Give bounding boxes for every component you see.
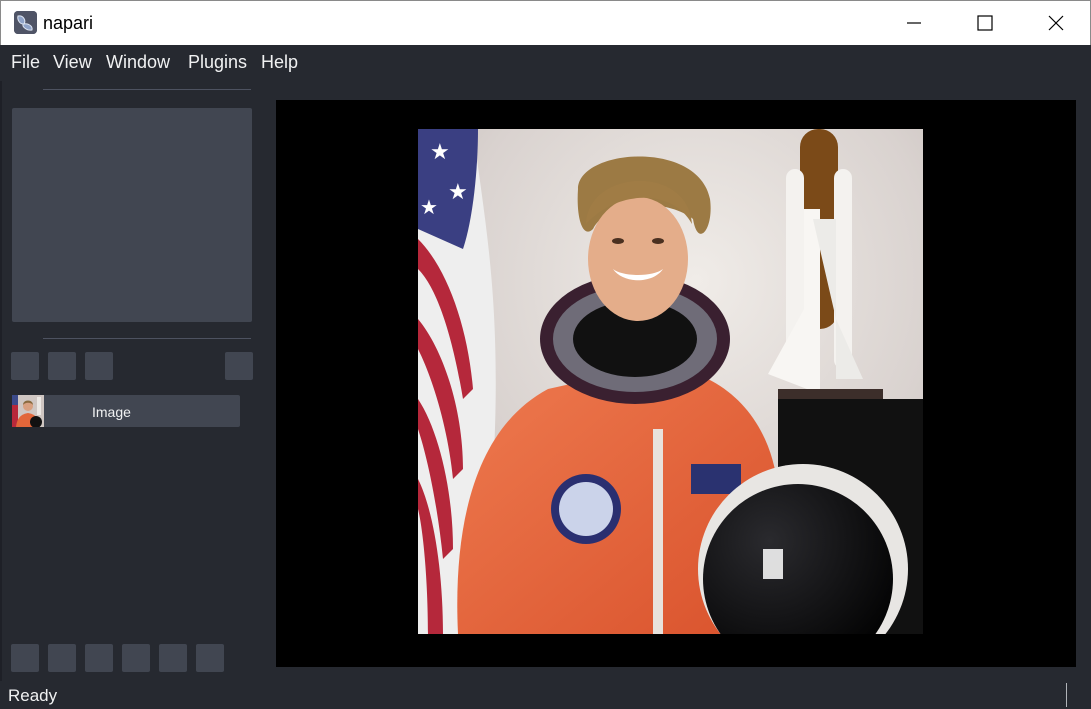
layer-list-item[interactable]: Image bbox=[12, 395, 240, 427]
minimize-button[interactable] bbox=[879, 1, 949, 45]
minimize-icon bbox=[907, 22, 921, 24]
napari-logo-icon bbox=[14, 11, 37, 34]
svg-text:★: ★ bbox=[420, 195, 438, 219]
status-bar: Ready bbox=[0, 683, 1091, 709]
menu-help[interactable]: Help bbox=[261, 52, 298, 73]
dock-divider-middle[interactable] bbox=[43, 338, 251, 339]
new-shapes-layer-button[interactable] bbox=[48, 352, 76, 380]
layer-controls-panel bbox=[12, 108, 252, 322]
maximize-icon bbox=[977, 15, 993, 31]
menu-bar: File View Window Plugins Help bbox=[0, 45, 1091, 81]
home-button[interactable] bbox=[196, 644, 224, 672]
menu-view[interactable]: View bbox=[53, 52, 92, 73]
dock-edge bbox=[0, 81, 2, 681]
grid-view-button[interactable] bbox=[159, 644, 187, 672]
window-title: napari bbox=[43, 13, 94, 33]
close-icon bbox=[1048, 15, 1064, 31]
astronaut-thumbnail bbox=[12, 395, 44, 427]
console-button[interactable] bbox=[11, 644, 39, 672]
status-separator bbox=[1066, 683, 1067, 707]
astronaut-image: ★ ★ ★ bbox=[418, 129, 923, 634]
close-button[interactable] bbox=[1021, 1, 1091, 45]
delete-layer-button[interactable] bbox=[225, 352, 253, 380]
menu-plugins[interactable]: Plugins bbox=[188, 52, 247, 73]
ndisplay-button[interactable] bbox=[48, 644, 76, 672]
viewer-canvas[interactable]: ★ ★ ★ bbox=[276, 100, 1076, 667]
svg-text:★: ★ bbox=[430, 140, 450, 165]
transpose-dimensions-button[interactable] bbox=[122, 644, 150, 672]
roll-dimensions-button[interactable] bbox=[85, 644, 113, 672]
menu-window[interactable]: Window bbox=[106, 52, 170, 73]
layer-name: Image bbox=[92, 404, 131, 420]
dock-divider-top[interactable] bbox=[43, 89, 251, 90]
new-labels-layer-button[interactable] bbox=[85, 352, 113, 380]
maximize-button[interactable] bbox=[950, 1, 1020, 45]
title-bar: napari bbox=[0, 0, 1091, 45]
new-points-layer-button[interactable] bbox=[11, 352, 39, 380]
menu-file[interactable]: File bbox=[11, 52, 40, 73]
status-text: Ready bbox=[8, 686, 58, 705]
svg-text:★: ★ bbox=[448, 180, 468, 205]
